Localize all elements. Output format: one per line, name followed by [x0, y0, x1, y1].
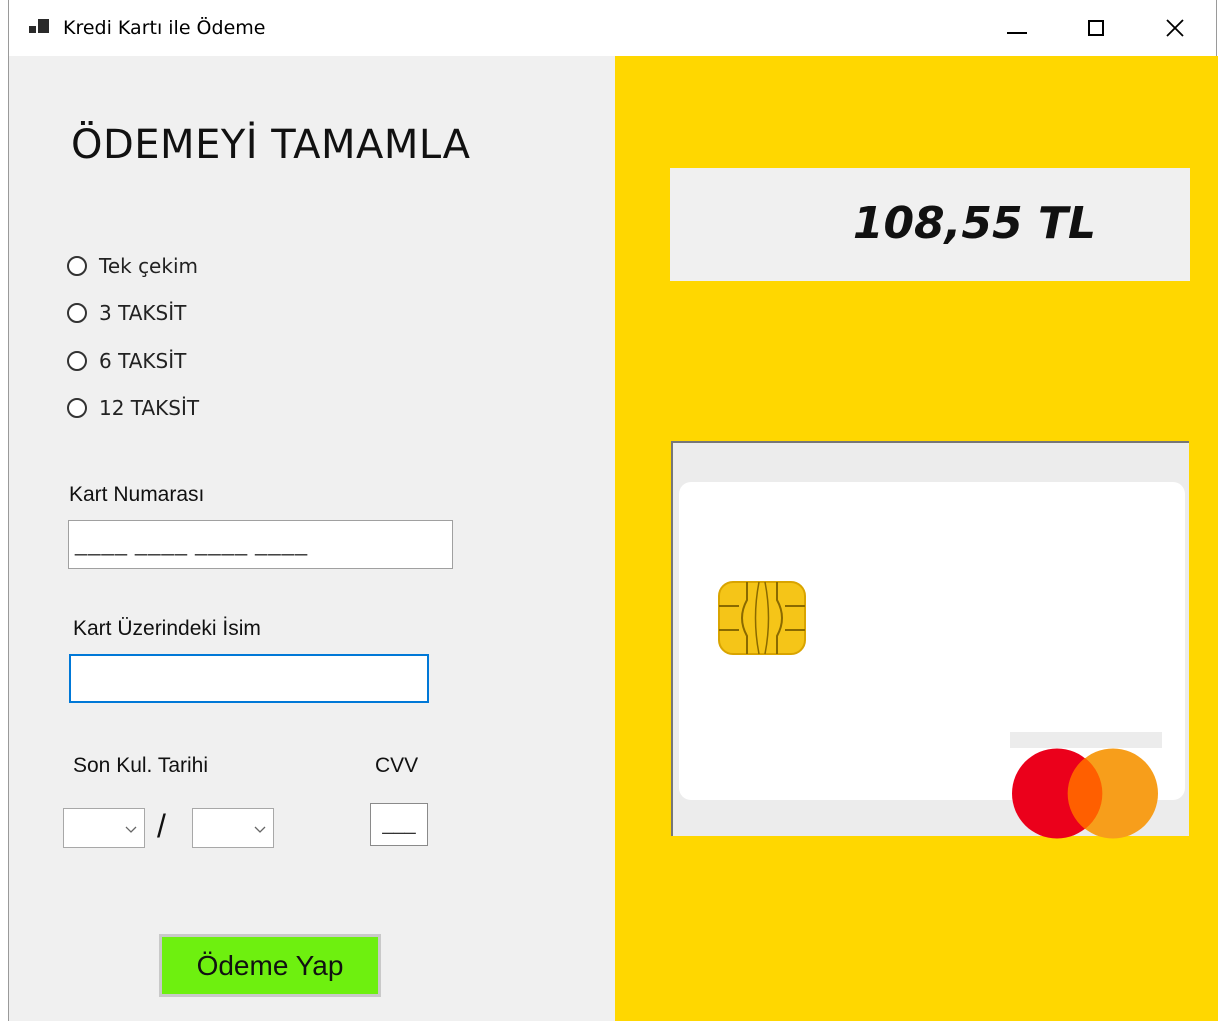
close-icon — [1166, 19, 1184, 37]
cvv-input[interactable]: ___ — [370, 803, 428, 846]
card-name-input[interactable] — [69, 654, 429, 703]
amount-box: 108,55 TL — [670, 168, 1190, 281]
radio-circle-icon[interactable] — [67, 351, 87, 371]
expiry-year-select[interactable] — [192, 808, 274, 848]
radio-circle-icon[interactable] — [67, 398, 87, 418]
radio-label: 6 TAKSİT — [99, 349, 187, 373]
minimize-icon — [1007, 32, 1027, 34]
expiry-label: Son Kul. Tarihi — [73, 754, 209, 777]
radio-label: Tek çekim — [99, 254, 198, 278]
radio-6-taksit[interactable]: 6 TAKSİT — [67, 349, 186, 373]
payment-form-panel: ÖDEMEYİ TAMAMLA Tek çekim 3 TAKSİT 6 TAK… — [9, 56, 615, 1021]
title-bar: Kredi Kartı ile Ödeme — [9, 0, 1216, 56]
close-button[interactable] — [1136, 0, 1214, 56]
card-image — [671, 441, 1189, 839]
chevron-down-icon — [254, 826, 266, 833]
maximize-icon — [1088, 20, 1104, 36]
app-icon — [29, 19, 49, 35]
pay-button[interactable]: Ödeme Yap — [159, 934, 381, 997]
maximize-button[interactable] — [1057, 0, 1135, 56]
card-number-input[interactable]: ____ ____ ____ ____ — [68, 520, 453, 569]
amount-value: 108,55 TL — [852, 198, 1096, 249]
mastercard-logo-icon — [1012, 748, 1158, 839]
minimize-button[interactable] — [978, 0, 1056, 56]
summary-panel: 108,55 TL — [615, 56, 1218, 1021]
credit-card-illustration — [679, 482, 1185, 839]
card-name-label: Kart Üzerindeki İsim — [73, 617, 261, 640]
radio-tek-cekim[interactable]: Tek çekim — [67, 254, 198, 278]
radio-label: 12 TAKSİT — [99, 396, 200, 420]
radio-circle-icon[interactable] — [67, 303, 87, 323]
radio-3-taksit[interactable]: 3 TAKSİT — [67, 301, 186, 325]
expiry-separator: / — [157, 808, 166, 844]
radio-circle-icon[interactable] — [67, 256, 87, 276]
card-number-label: Kart Numarası — [69, 483, 205, 506]
expiry-month-select[interactable] — [63, 808, 145, 848]
page-title: ÖDEMEYİ TAMAMLA — [71, 122, 471, 168]
cvv-label: CVV — [375, 754, 419, 777]
radio-12-taksit[interactable]: 12 TAKSİT — [67, 396, 199, 420]
payment-window: Kredi Kartı ile Ödeme ÖDEMEYİ TAMAMLA Te… — [8, 0, 1218, 1021]
window-title: Kredi Kartı ile Ödeme — [63, 17, 266, 39]
radio-label: 3 TAKSİT — [99, 301, 187, 325]
chevron-down-icon — [125, 826, 137, 833]
chip-icon — [718, 581, 806, 655]
